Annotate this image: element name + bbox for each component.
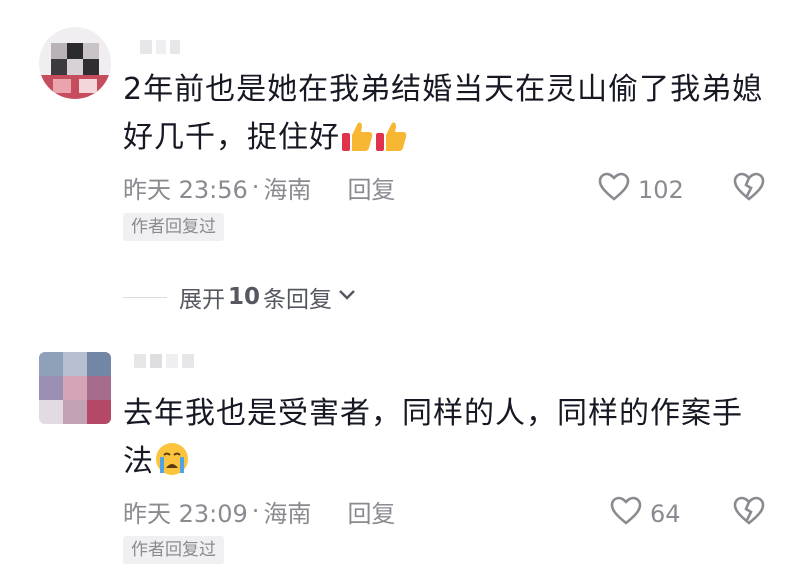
like-count: 64 bbox=[650, 500, 681, 528]
timestamp: 昨天 23:56 bbox=[123, 175, 248, 204]
heart-icon bbox=[598, 172, 630, 208]
divider bbox=[123, 296, 167, 298]
broken-heart-icon bbox=[733, 172, 765, 206]
like-button[interactable]: 64 bbox=[610, 496, 681, 532]
crying-face-icon bbox=[154, 441, 190, 492]
expand-replies-button[interactable]: 展开 10 条回复 bbox=[123, 280, 358, 314]
chevron-down-icon bbox=[336, 283, 358, 311]
like-count: 102 bbox=[638, 176, 684, 204]
comment-meta: 昨天 23:09 · 海南 回复 bbox=[123, 494, 395, 529]
reply-button[interactable]: 回复 bbox=[347, 170, 395, 205]
separator: · bbox=[251, 497, 260, 525]
thumbs-up-icon bbox=[374, 119, 408, 168]
location: 海南 bbox=[263, 175, 312, 204]
author-replied-badge: 作者回复过 bbox=[123, 536, 224, 564]
comment-text: 去年我也是受害者，同样的人，同样的作案手 法 bbox=[123, 390, 773, 492]
avatar[interactable] bbox=[39, 27, 111, 99]
dislike-button[interactable] bbox=[733, 496, 765, 530]
location: 海南 bbox=[263, 499, 312, 528]
like-button[interactable]: 102 bbox=[598, 172, 684, 208]
author-replied-badge: 作者回复过 bbox=[123, 213, 224, 241]
timestamp: 昨天 23:09 bbox=[123, 499, 248, 528]
username-blurred[interactable] bbox=[134, 354, 194, 368]
heart-icon bbox=[610, 496, 642, 532]
avatar[interactable] bbox=[39, 352, 111, 424]
dislike-button[interactable] bbox=[733, 172, 765, 206]
comment-meta: 昨天 23:56 · 海南 回复 bbox=[123, 170, 395, 205]
broken-heart-icon bbox=[733, 496, 765, 530]
comment-text: 2年前也是她在我弟结婚当天在灵山偷了我弟媳 好几千，捉住好 bbox=[123, 66, 773, 168]
separator: · bbox=[251, 173, 260, 201]
username-blurred[interactable] bbox=[140, 40, 180, 54]
reply-button[interactable]: 回复 bbox=[347, 494, 395, 529]
thumbs-up-icon bbox=[340, 119, 374, 168]
